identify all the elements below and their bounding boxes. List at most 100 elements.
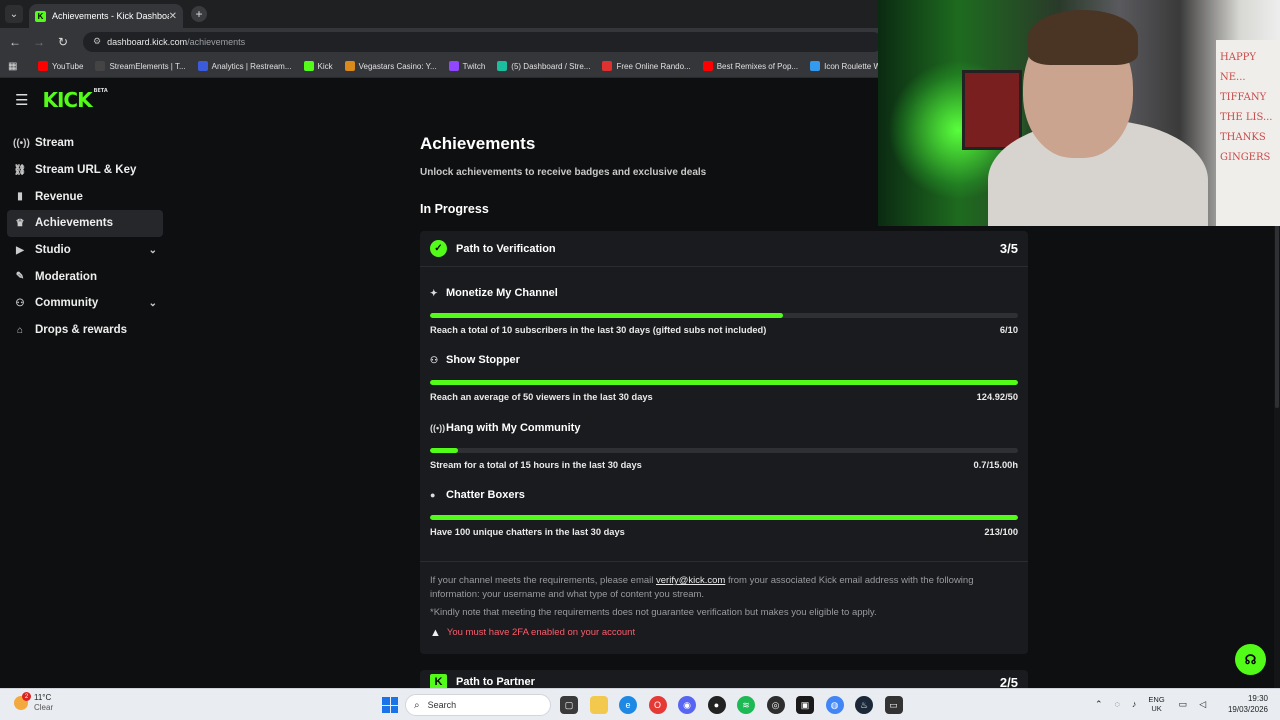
kick-logo[interactable]: KICK BETA [42,88,107,112]
spotify-icon[interactable]: ≋ [737,696,755,714]
bookmark-item[interactable]: StreamElements | T... [95,61,186,71]
bookmark-label: Twitch [462,61,486,71]
search-label: Search [427,700,457,710]
streamelements-icon [95,61,106,71]
menu-icon[interactable]: ☰ [15,91,28,109]
bookmark-label: (5) Dashboard / Stre... [511,61,591,71]
bookmark-label: Analytics | Restream... [211,61,292,71]
language-indicator[interactable]: ENG UK [1148,695,1164,713]
bookmark-item[interactable]: YouTube [38,61,83,71]
partner-title: Path to Partner [456,676,535,689]
network-icon[interactable]: ◌ [1115,699,1120,709]
video-icon: ▶ [16,244,24,256]
sidebar-item-drops-rewards[interactable]: ⌂ Drops & rewards [7,317,163,344]
chevron-down-icon[interactable]: ⌄ [149,298,157,309]
bookmark-item[interactable]: Free Online Rando... [602,61,691,71]
bookmark-item[interactable]: (5) Dashboard / Stre... [497,61,590,71]
chrome-icon[interactable]: ◍ [825,696,844,714]
bookmark-item[interactable]: Twitch [448,61,486,71]
tab-search-icon[interactable]: ⌄ [5,5,23,23]
new-tab-icon[interactable]: + [191,6,207,22]
sidebar-item-achievements[interactable]: ♛ Achievements [7,210,163,237]
progress-fill [430,514,1018,520]
gift-icon: ⌂ [16,324,24,336]
app-icon[interactable]: ▣ [796,696,814,714]
chevron-up-icon[interactable]: ⌃ [1095,699,1103,710]
verification-card-header[interactable]: ✓ Path to Verification 3/5 [420,231,1028,267]
windows-start-icon[interactable] [382,697,398,713]
chevron-down-icon[interactable]: ⌄ [149,245,157,256]
sidebar-item-revenue[interactable]: ▮ Revenue [7,183,163,210]
reload-icon[interactable]: ↻ [51,35,75,49]
link-icon: ⛓ [13,164,27,176]
bookmark-item[interactable]: Kick [303,61,333,71]
sidebar-item-label: Stream [35,137,74,150]
achievement-item: ((•)) Hang with My Community Stream for a … [430,417,1018,484]
sidebar-item-label: Community [35,297,99,310]
bookmark-label: YouTube [52,61,84,71]
verify-email-link[interactable]: verify@kick.com [656,575,725,586]
bookmark-item[interactable]: Analytics | Restream... [197,61,292,71]
achievement-desc-row: Reach an average of 50 viewers in the la… [430,392,1018,402]
edge-icon[interactable]: e [619,696,637,714]
dashboard-icon [497,61,508,71]
warning-message: ▲ You must have 2FA enabled on your acco… [430,626,1018,640]
help-chat-button[interactable]: ☊ [1235,644,1266,675]
system-clock[interactable]: 19:30 19/03/2026 [1224,693,1268,715]
sidebar-item-stream-url-key[interactable]: ⛓ Stream URL & Key [7,157,163,184]
close-icon[interactable]: ✕ [169,11,177,22]
task-view-icon[interactable]: ▢ [560,696,578,714]
taskbar-search[interactable]: ⌕ Search [405,694,551,716]
people-icon: ⚇ [15,297,25,309]
achievement-value: 6/10 [999,325,1018,335]
sidebar-item-moderation[interactable]: ✎ Moderation [7,263,163,290]
back-icon[interactable]: ← [3,35,27,49]
app-icon[interactable]: ● [707,696,726,714]
card-count: 3/5 [999,241,1018,256]
active-tab[interactable]: K Achievements - Kick Dashboard ✕ [29,4,183,28]
site-info-icon[interactable]: ⚙ [93,36,101,47]
streamer-hair [1028,10,1138,65]
terminal-icon[interactable]: ▭ [884,696,903,714]
url-input[interactable]: ⚙ dashboard.kick.com/achievements [83,31,883,52]
achievement-title-row: ✦ Monetize My Channel [430,282,1018,304]
scrollbar-thumb[interactable] [1275,208,1279,408]
bookmark-label: Best Remixes of Pop... [716,61,799,71]
sidebar-item-studio[interactable]: ▶ Studio ⌄ [7,237,163,264]
kick-favicon-icon: K [35,10,46,22]
verification-footer: If your channel meets the requirements, … [420,561,1028,654]
restream-icon [197,61,208,71]
whiteboard-text: HAPPY NE... TIFFANY THE LIS... THANKS GI… [1220,52,1273,163]
weather-widget[interactable]: 2 11°C Clear [14,692,53,713]
weather-sun-icon: 2 [14,692,31,710]
microphone-icon[interactable]: ♪ [1132,699,1137,709]
random-icon [602,61,613,71]
lang-bottom: UK [1151,704,1162,713]
progress-fill [430,313,783,318]
achievement-item: ● Chatter Boxers Have 100 unique chatters … [430,484,1018,551]
opera-icon[interactable]: O [648,696,667,714]
obs-icon[interactable]: ◎ [766,696,785,714]
apps-grid-icon[interactable]: ▦ [8,61,22,72]
display-icon[interactable]: ▭ [1179,699,1188,710]
steam-icon[interactable]: ♨ [855,696,873,714]
chat-icon: ● [430,489,436,500]
achievement-desc-row: Reach a total of 10 subscribers in the l… [430,325,1018,335]
achievement-description: Reach a total of 10 subscribers in the l… [430,325,767,335]
bookmark-item[interactable]: Best Remixes of Pop... [702,61,799,71]
discord-icon[interactable]: ◉ [678,696,696,714]
sparkle-icon: ✦ [430,287,438,298]
volume-icon[interactable]: ◁ [1199,699,1206,710]
achievement-title: Monetize My Channel [446,287,558,299]
verification-card: ✓ Path to Verification 3/5 ✦ Monetize My … [420,231,1028,655]
sidebar-item-stream[interactable]: ((•)) Stream [7,130,163,157]
lang-top: ENG [1148,695,1165,704]
viewers-icon: ⚇ [430,354,439,365]
file-explorer-icon[interactable] [589,696,608,714]
bookmark-label: StreamElements | T... [109,61,186,71]
progress-bar [430,313,1018,318]
forward-icon[interactable]: → [27,35,51,49]
sidebar-item-community[interactable]: ⚇ Community ⌄ [7,290,163,317]
broadcast-icon: ((•)) [13,137,30,149]
bookmark-item[interactable]: Vegastars Casino: Y... [344,61,437,71]
